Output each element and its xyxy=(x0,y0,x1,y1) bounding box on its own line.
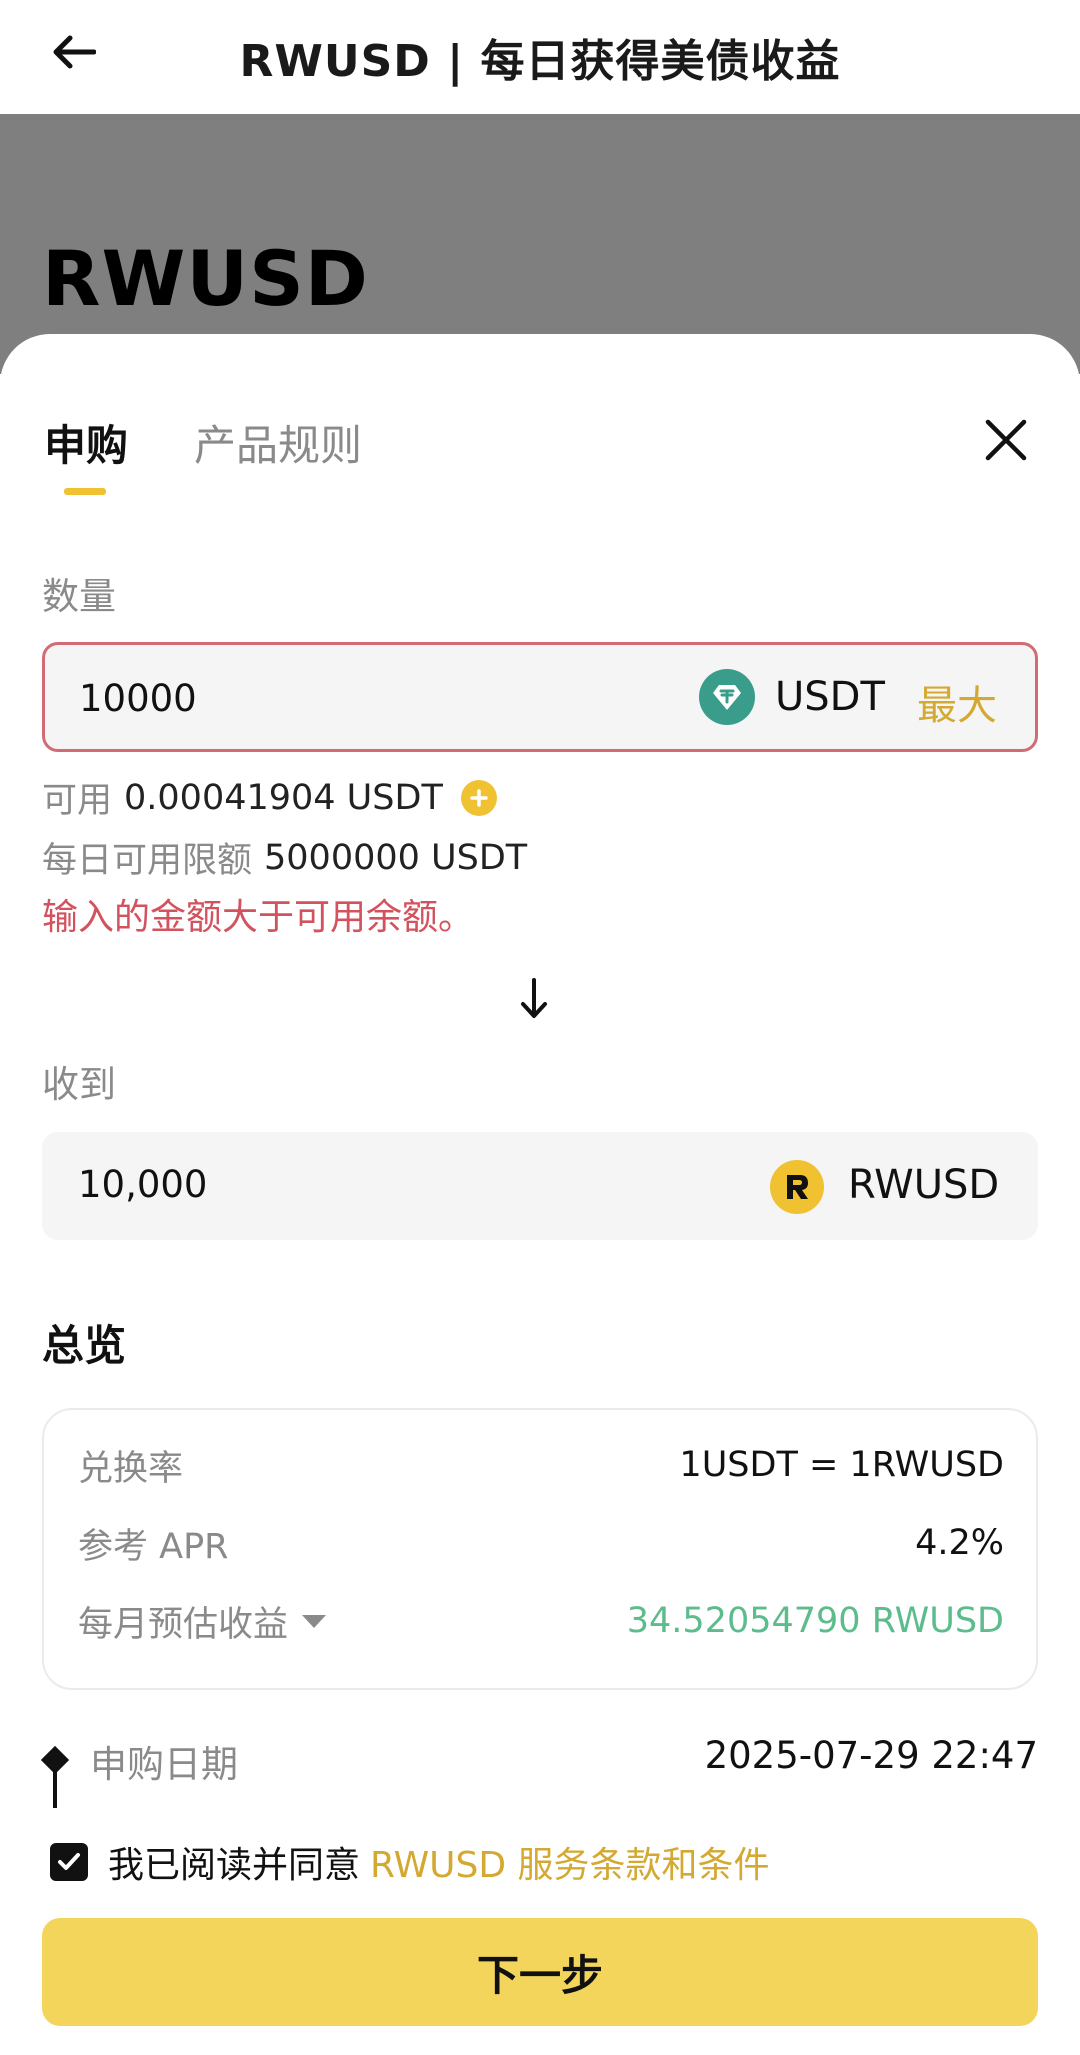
plus-icon xyxy=(470,788,488,807)
overview-title: 总览 xyxy=(42,1321,127,1370)
amount-token: USDT xyxy=(775,674,885,720)
page-title: RWUSD | 每日获得美债收益 xyxy=(239,36,841,87)
overview-row-monthly-earnings: 每月预估收益 34.52054790 RWUSD xyxy=(78,1596,1004,1646)
caret-down-icon xyxy=(302,1614,327,1628)
tab-label: 产品规则 xyxy=(194,421,363,470)
overview-row-exchange-rate: 兑换率 1USDT = 1RWUSD xyxy=(78,1440,1004,1490)
receive-token: RWUSD xyxy=(848,1162,1000,1208)
subscription-date-label: 申购日期 xyxy=(90,1743,238,1786)
arrow-down-icon xyxy=(516,974,552,1024)
amount-value[interactable]: 10000 xyxy=(79,677,197,720)
terms-link[interactable]: RWUSD 服务条款和条件 xyxy=(370,1836,770,1888)
agreement-checkbox[interactable] xyxy=(50,1843,88,1881)
overview-label: 兑换率 xyxy=(78,1448,184,1489)
daily-limit-label: 每日可用限额 xyxy=(42,841,253,881)
rwusd-coin-icon xyxy=(770,1160,824,1214)
daily-limit-value: 5000000 USDT xyxy=(264,837,528,878)
usdt-coin-icon xyxy=(699,669,755,725)
receive-field: 10,000 RWUSD xyxy=(42,1132,1038,1240)
close-icon xyxy=(985,419,1027,461)
next-button[interactable]: 下一步 xyxy=(42,1918,1038,2026)
receive-label: 收到 xyxy=(42,1063,116,1106)
tab-subscribe[interactable]: 申购 xyxy=(44,412,129,495)
agreement-text: 我已阅读并同意 xyxy=(108,1845,361,1886)
overview-value: 34.52054790 RWUSD xyxy=(626,1601,1004,1641)
agreement-row: 我已阅读并同意 RWUSD 服务条款和条件 xyxy=(50,1836,770,1888)
available-label: 可用 xyxy=(42,781,113,821)
top-bar: RWUSD | 每日获得美债收益 xyxy=(0,0,1080,114)
quantity-label: 数量 xyxy=(42,575,116,618)
overview-label: 每月预估收益 xyxy=(78,1604,289,1645)
hero-title: RWUSD xyxy=(42,234,369,323)
available-value: 0.00041904 USDT xyxy=(124,777,443,818)
daily-limit: 每日可用限额 5000000 USDT xyxy=(42,832,527,883)
error-message: 输入的金额大于可用余额。 xyxy=(42,897,475,938)
overview-label: 参考 APR xyxy=(78,1526,229,1567)
subscription-date-value: 2025-07-29 22:47 xyxy=(704,1734,1038,1777)
tab-label: 申购 xyxy=(44,421,129,470)
tab-product-rules[interactable]: 产品规则 xyxy=(194,412,362,473)
overview-card: 兑换率 1USDT = 1RWUSD 参考 APR 4.2% 每月预估收益 34… xyxy=(42,1408,1038,1690)
checkmark-icon xyxy=(58,1853,80,1870)
amount-input[interactable]: 10000 USDT 最大 xyxy=(42,642,1038,752)
monthly-earnings-toggle[interactable]: 每月预估收益 xyxy=(78,1596,327,1647)
overview-value: 1USDT = 1RWUSD xyxy=(679,1445,1004,1485)
overview-row-apr: 参考 APR 4.2% xyxy=(78,1518,1004,1568)
available-balance: 可用 0.00041904 USDT xyxy=(42,772,497,823)
back-button[interactable] xyxy=(44,22,104,82)
active-tab-indicator xyxy=(64,488,106,495)
sheet-tabs: 申购 产品规则 xyxy=(44,412,362,495)
overview-value: 4.2% xyxy=(915,1523,1004,1563)
close-button[interactable] xyxy=(978,412,1034,468)
arrow-left-icon xyxy=(53,35,96,69)
receive-value: 10,000 xyxy=(78,1163,208,1206)
max-button[interactable]: 最大 xyxy=(917,673,997,731)
add-funds-button[interactable] xyxy=(460,779,497,816)
